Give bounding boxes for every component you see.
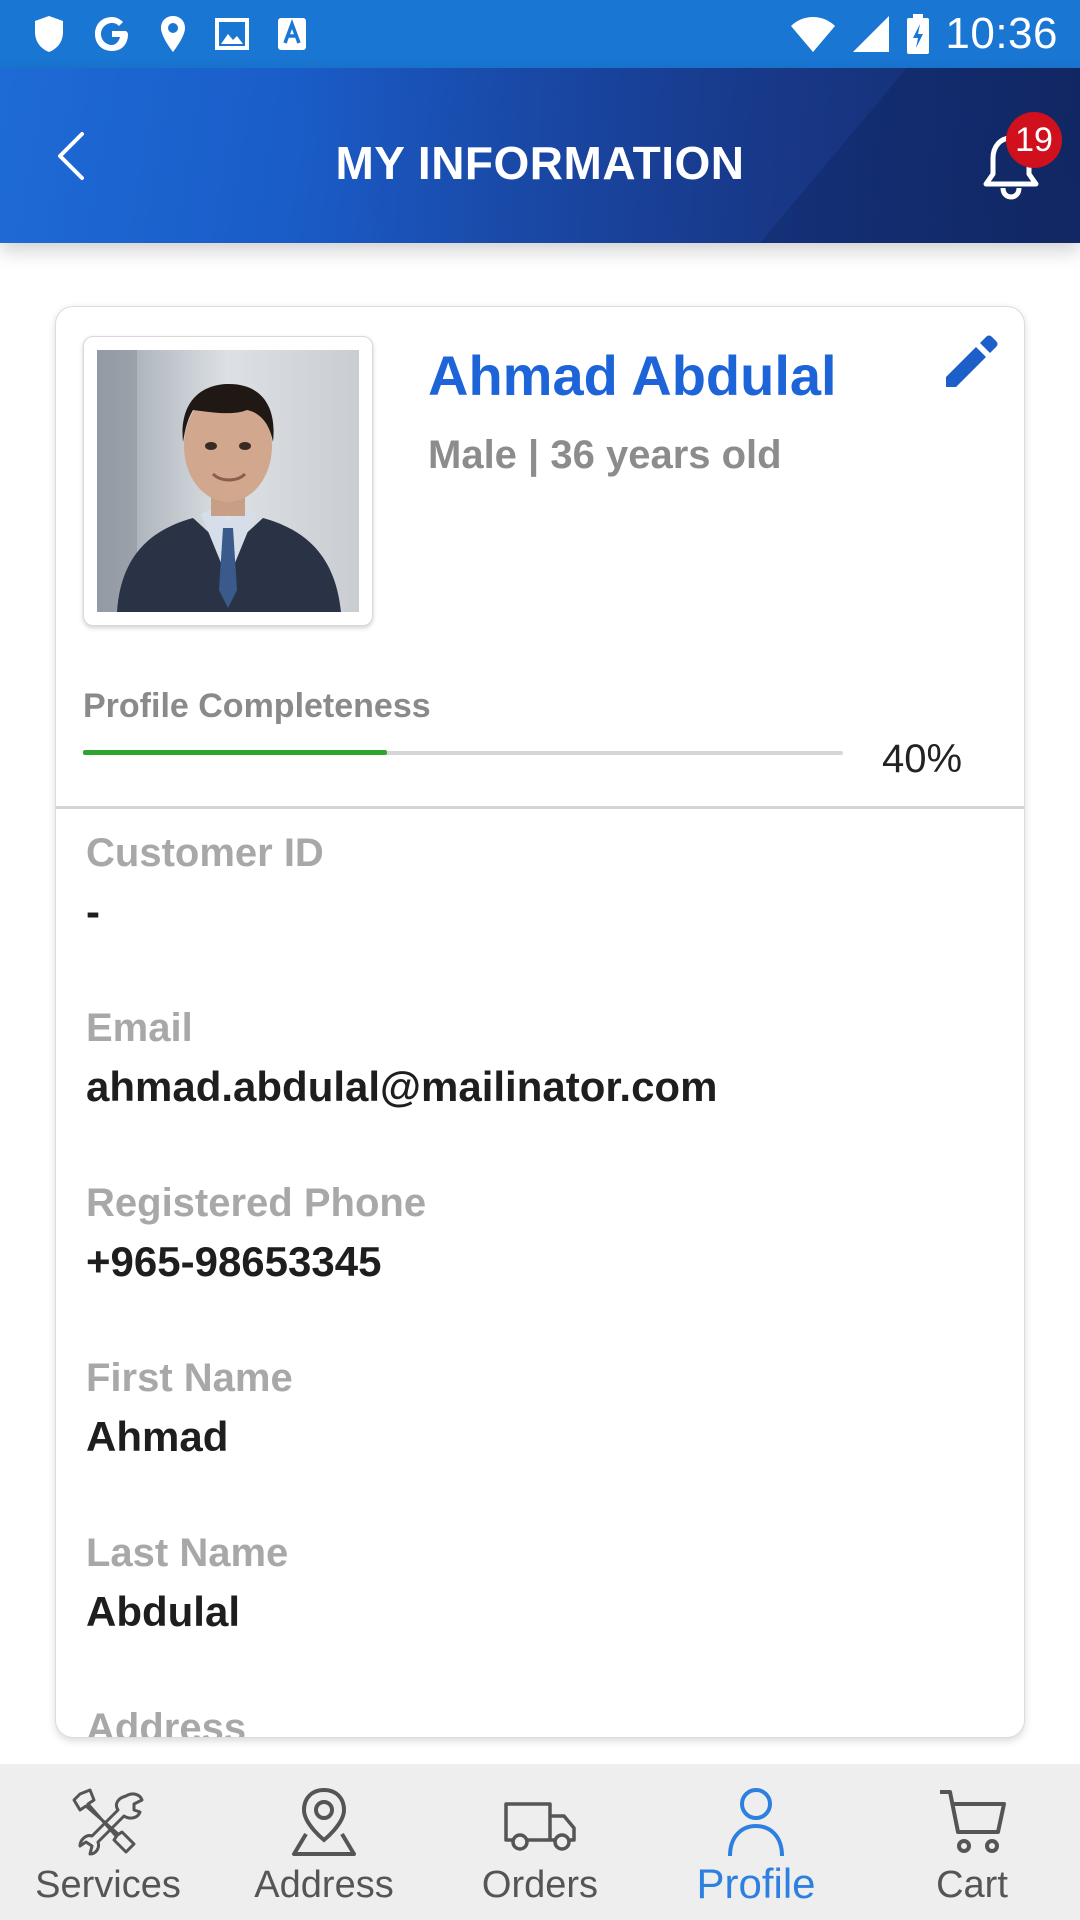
wifi-icon (789, 14, 837, 54)
info-fields: Customer ID - Email ahmad.abdulal@mailin… (86, 829, 996, 1738)
field-label: Customer ID (86, 831, 324, 875)
nav-label: Services (35, 1864, 181, 1906)
field-value: ahmad.abdulal@mailinator.com (86, 1063, 718, 1110)
profile-completeness-fill (83, 750, 387, 755)
field-label: Address (86, 1706, 247, 1738)
avatar (97, 350, 359, 612)
avatar-frame (83, 336, 373, 626)
field-customer-id: Customer ID - (86, 829, 996, 1004)
nav-item-orders[interactable]: Orders (432, 1764, 648, 1920)
google-icon (92, 14, 132, 54)
field-value: Ahmad (86, 1413, 229, 1460)
field-first-name: First Name Ahmad (86, 1354, 996, 1529)
field-value: - (86, 888, 100, 935)
field-value: +965-98653345 (86, 1238, 382, 1285)
nav-label: Orders (481, 1864, 599, 1906)
profile-card: Ahmad Abdulal Male | 36 years old Profil… (55, 306, 1025, 1738)
field-address: Address (86, 1704, 996, 1738)
truck-icon (500, 1786, 580, 1858)
field-last-name: Last Name Abdulal (86, 1529, 996, 1704)
location-pin-icon (158, 14, 188, 54)
status-right-icons: 10:36 (789, 0, 1058, 68)
field-label: Registered Phone (86, 1181, 427, 1225)
nav-label: Profile (696, 1860, 816, 1907)
page-title: MY INFORMATION (335, 137, 745, 189)
font-a-icon (276, 16, 308, 52)
pencil-icon (946, 335, 998, 387)
profile-gender-age: Male | 36 years old (428, 433, 782, 477)
shield-icon (32, 14, 66, 54)
tools-icon (68, 1786, 148, 1858)
profile-completeness-bar (83, 750, 843, 755)
profile-completeness-value: 40% (882, 737, 963, 781)
cart-icon (932, 1786, 1012, 1858)
nav-item-cart[interactable]: Cart (864, 1764, 1080, 1920)
person-icon (716, 1786, 796, 1858)
bottom-nav: Services Address Orders Profile Cart (0, 1764, 1080, 1920)
field-label: Last Name (86, 1531, 289, 1575)
status-time: 10:36 (945, 9, 1058, 58)
nav-item-profile[interactable]: Profile (648, 1764, 864, 1920)
field-email: Email ahmad.abdulal@mailinator.com (86, 1004, 996, 1179)
nav-label: Address (254, 1864, 394, 1906)
divider (56, 806, 1024, 809)
battery-charging-icon (905, 12, 931, 56)
status-left-icons (0, 14, 308, 54)
edit-profile-button[interactable] (940, 333, 998, 391)
nav-label: Cart (936, 1864, 1008, 1906)
field-label: Email (86, 1006, 193, 1050)
cell-signal-icon (851, 14, 891, 54)
nav-item-address[interactable]: Address (216, 1764, 432, 1920)
field-label: First Name (86, 1356, 293, 1400)
app-header: MY INFORMATION 19 (0, 68, 1080, 243)
notification-badge: 19 (1006, 112, 1062, 168)
field-registered-phone: Registered Phone +965-98653345 (86, 1179, 996, 1354)
field-value: Abdulal (86, 1588, 240, 1635)
status-bar: 10:36 (0, 0, 1080, 68)
nav-item-services[interactable]: Services (0, 1764, 216, 1920)
profile-name: Ahmad Abdulal (428, 344, 837, 407)
image-icon (214, 17, 250, 51)
map-pin-icon (284, 1786, 364, 1858)
profile-completeness-label: Profile Completeness (83, 687, 431, 725)
